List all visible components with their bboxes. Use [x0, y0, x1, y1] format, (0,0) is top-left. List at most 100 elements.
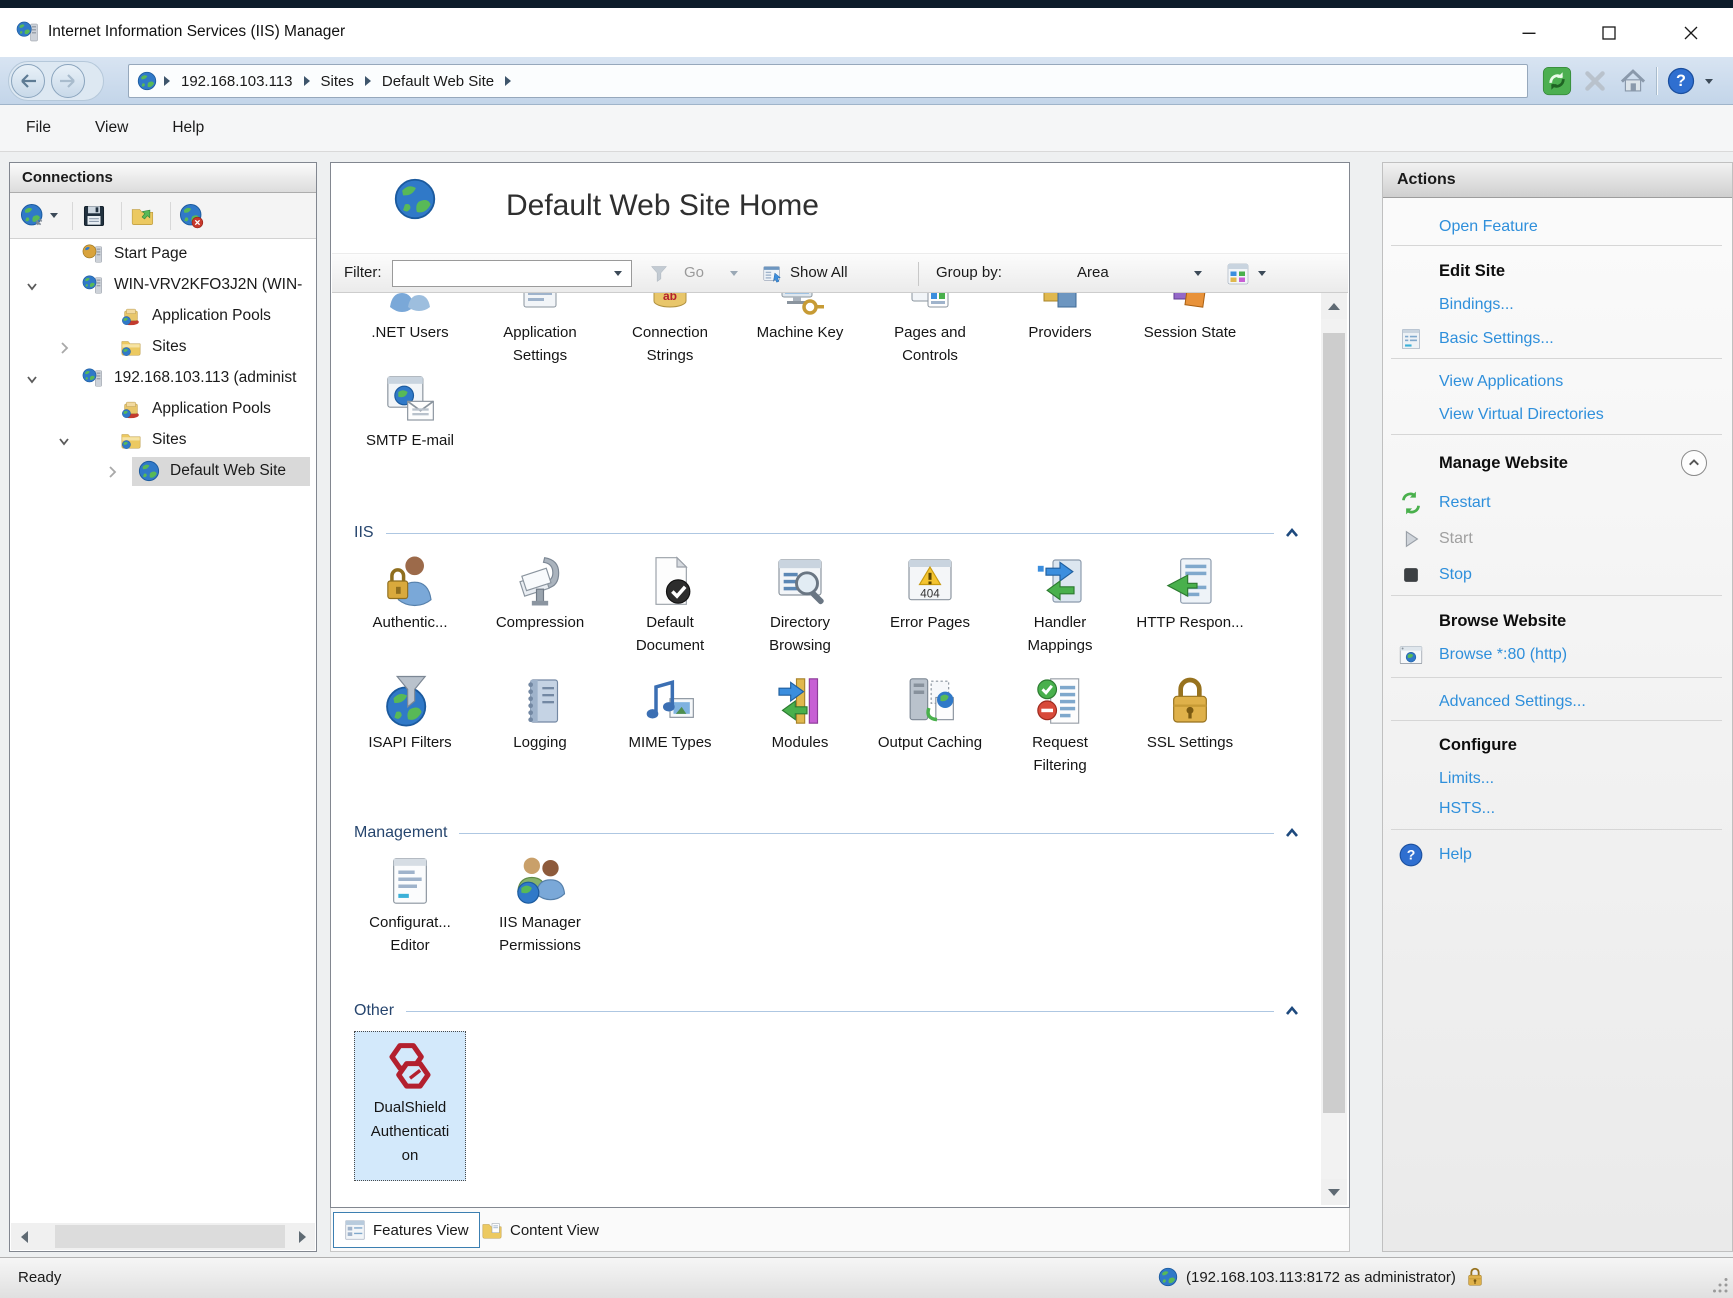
feature-label: IIS Manager Permissions	[484, 911, 596, 957]
globe-funnel-icon	[354, 673, 466, 729]
help-dropdown-caret[interactable]	[1700, 64, 1718, 98]
feature-modules[interactable]: Modules	[744, 673, 856, 777]
feature-directory-browsing[interactable]: Directory Browsing	[744, 553, 856, 657]
feature-configurat-editor[interactable]: Configurat... Editor	[354, 853, 466, 957]
feature-smtp-e-mail[interactable]: SMTP E-mail	[354, 371, 466, 475]
section-collapse-icon[interactable]	[1284, 1004, 1300, 1018]
back-button[interactable]	[11, 64, 45, 98]
action-restart[interactable]: Restart	[1383, 487, 1732, 519]
feature-output-caching[interactable]: Output Caching	[874, 673, 986, 777]
breadcrumb[interactable]: 192.168.103.113 Sites Default Web Site	[128, 64, 1528, 98]
refresh-button[interactable]	[1540, 64, 1574, 98]
scrollbar-thumb[interactable]	[1323, 333, 1345, 1113]
resize-grip[interactable]	[1713, 1278, 1729, 1294]
tree-item-win-vrv2kfo3j2n-win[interactable]: WIN-VRV2KFO3J2N (WIN-	[10, 270, 316, 301]
tree-item-application-pools[interactable]: Application Pools	[10, 301, 316, 332]
menu-help[interactable]: Help	[154, 115, 222, 141]
feature-isapi-filters[interactable]: ISAPI Filters	[354, 673, 466, 777]
config-editor-icon	[354, 853, 466, 909]
close-button[interactable]	[1668, 8, 1714, 57]
feature-mime-types[interactable]: MIME Types	[614, 673, 726, 777]
action-start[interactable]: Start	[1383, 523, 1732, 555]
group-by-caret[interactable]	[1194, 271, 1202, 276]
action-limits[interactable]: Limits...	[1383, 763, 1732, 795]
feature-authentic[interactable]: Authentic...	[354, 553, 466, 657]
tree-expander-icon[interactable]	[56, 433, 72, 449]
section-collapse-icon[interactable]	[1284, 526, 1300, 540]
scroll-right-button[interactable]	[289, 1223, 315, 1250]
tree-expander-icon[interactable]	[104, 464, 120, 480]
maximize-button[interactable]	[1586, 8, 1632, 57]
tree-item-192-168-103-113-administ[interactable]: 192.168.103.113 (administ	[10, 363, 316, 394]
go-dropdown-caret[interactable]	[730, 271, 738, 276]
tree-item-application-pools[interactable]: Application Pools	[10, 394, 316, 425]
section-collapse-icon[interactable]	[1284, 826, 1300, 840]
feature-net-users[interactable]: .NET Users	[354, 293, 466, 367]
view-mode-caret[interactable]	[1258, 271, 1266, 276]
tab-content-view[interactable]: Content View	[471, 1212, 609, 1248]
feature-dualshield-authentication[interactable]: DualShieldAuthentication	[354, 1031, 466, 1181]
forward-button[interactable]	[51, 64, 85, 98]
filter-dropdown-caret[interactable]	[614, 271, 622, 276]
feature-connection-strings[interactable]: abConnection Strings	[614, 293, 726, 367]
scroll-up-button[interactable]	[1321, 293, 1347, 319]
menu-view[interactable]: View	[77, 115, 146, 141]
feature-handler-mappings[interactable]: Handler Mappings	[1004, 553, 1116, 657]
action-advanced-settings[interactable]: Advanced Settings...	[1383, 686, 1732, 718]
remove-connection-button[interactable]	[177, 201, 207, 231]
breadcrumb-segment[interactable]: 192.168.103.113	[181, 73, 293, 90]
feature-ssl-settings[interactable]: SSL Settings	[1134, 673, 1246, 777]
connect-server-button[interactable]	[18, 201, 60, 231]
breadcrumb-segment[interactable]: Sites	[321, 73, 354, 90]
minimize-button[interactable]	[1506, 8, 1552, 57]
feature-logging[interactable]: Logging	[484, 673, 596, 777]
window-404-icon: 404	[874, 553, 986, 609]
open-connection-button[interactable]	[128, 201, 158, 231]
feature-providers[interactable]: Providers	[1004, 293, 1116, 367]
feature-http-respon[interactable]: HTTP Respon...	[1134, 553, 1246, 657]
feature-default-document[interactable]: Default Document	[614, 553, 726, 657]
tree-expander-icon[interactable]	[56, 340, 72, 356]
tree-item-default-web-site[interactable]: Default Web Site	[10, 456, 316, 487]
action-help[interactable]: ?Help	[1383, 839, 1732, 871]
action-bindings[interactable]: Bindings...	[1383, 289, 1732, 321]
feature-pages-and-controls[interactable]: Pages and Controls	[874, 293, 986, 367]
action-basic-settings[interactable]: Basic Settings...	[1383, 323, 1732, 355]
group-by-value[interactable]: Area	[1077, 264, 1109, 281]
collapse-section-button[interactable]	[1681, 450, 1707, 476]
scroll-down-button[interactable]	[1321, 1179, 1347, 1205]
action-view-applications[interactable]: View Applications	[1383, 366, 1732, 398]
scrollbar-thumb[interactable]	[55, 1225, 285, 1248]
breadcrumb-segment[interactable]: Default Web Site	[382, 73, 494, 90]
action-hsts[interactable]: HSTS...	[1383, 793, 1732, 825]
action-open-feature[interactable]: Open Feature	[1383, 211, 1732, 243]
menu-file[interactable]: File	[8, 115, 69, 141]
scrollbar-track[interactable]	[37, 1223, 289, 1250]
feature-request-filtering[interactable]: Request Filtering	[1004, 673, 1116, 777]
tab-features-view[interactable]: Features View	[333, 1212, 480, 1248]
home-button[interactable]	[1616, 64, 1650, 98]
go-button[interactable]: Go	[684, 264, 704, 281]
action-view-virtual-directories[interactable]: View Virtual Directories	[1383, 399, 1732, 431]
action-stop[interactable]: Stop	[1383, 559, 1732, 591]
scroll-left-button[interactable]	[11, 1223, 37, 1250]
tree-item-sites[interactable]: Sites	[10, 425, 316, 456]
save-connections-button[interactable]	[79, 201, 109, 231]
feature-machine-key[interactable]: Machine Key	[744, 293, 856, 367]
tree-expander-icon[interactable]	[24, 278, 40, 294]
feature-label: DualShieldAuthentication	[355, 1096, 465, 1168]
filter-input[interactable]	[392, 260, 632, 287]
show-all-button[interactable]: Show All	[790, 264, 848, 281]
help-button[interactable]: ?	[1664, 64, 1698, 98]
feature-compression[interactable]: Compression	[484, 553, 596, 657]
feature-application-settings[interactable]: Application Settings	[484, 293, 596, 367]
tree-item-sites[interactable]: Sites	[10, 332, 316, 363]
stop-button[interactable]	[1578, 64, 1612, 98]
tree-item-start-page[interactable]: Start Page	[10, 239, 316, 270]
feature-session-state[interactable]: Session State	[1134, 293, 1246, 367]
view-mode-icon[interactable]	[1226, 262, 1250, 286]
action-browse-80-http[interactable]: Browse *:80 (http)	[1383, 639, 1732, 671]
tree-expander-icon[interactable]	[24, 371, 40, 387]
feature-error-pages[interactable]: 404Error Pages	[874, 553, 986, 657]
feature-iis-manager-permissions[interactable]: IIS Manager Permissions	[484, 853, 596, 957]
